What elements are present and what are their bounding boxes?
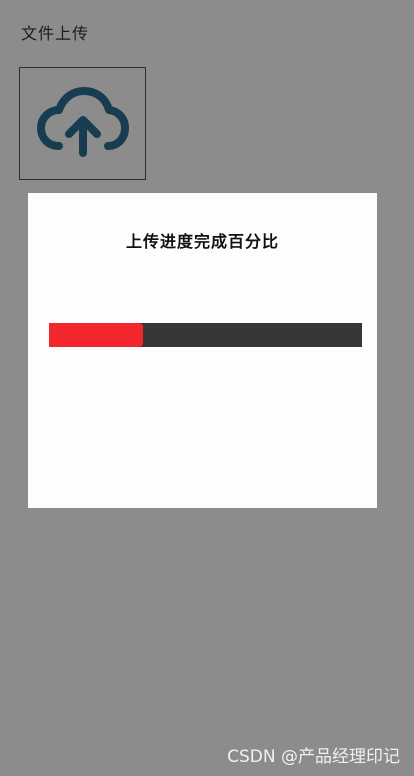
dialog-title: 上传进度完成百分比 bbox=[125, 232, 279, 251]
watermark-text: CSDN @产品经理印记 bbox=[227, 747, 400, 767]
progress-bar bbox=[49, 323, 362, 347]
progress-fill bbox=[49, 323, 143, 347]
upload-progress-dialog: 上传进度完成百分比 bbox=[28, 193, 377, 508]
